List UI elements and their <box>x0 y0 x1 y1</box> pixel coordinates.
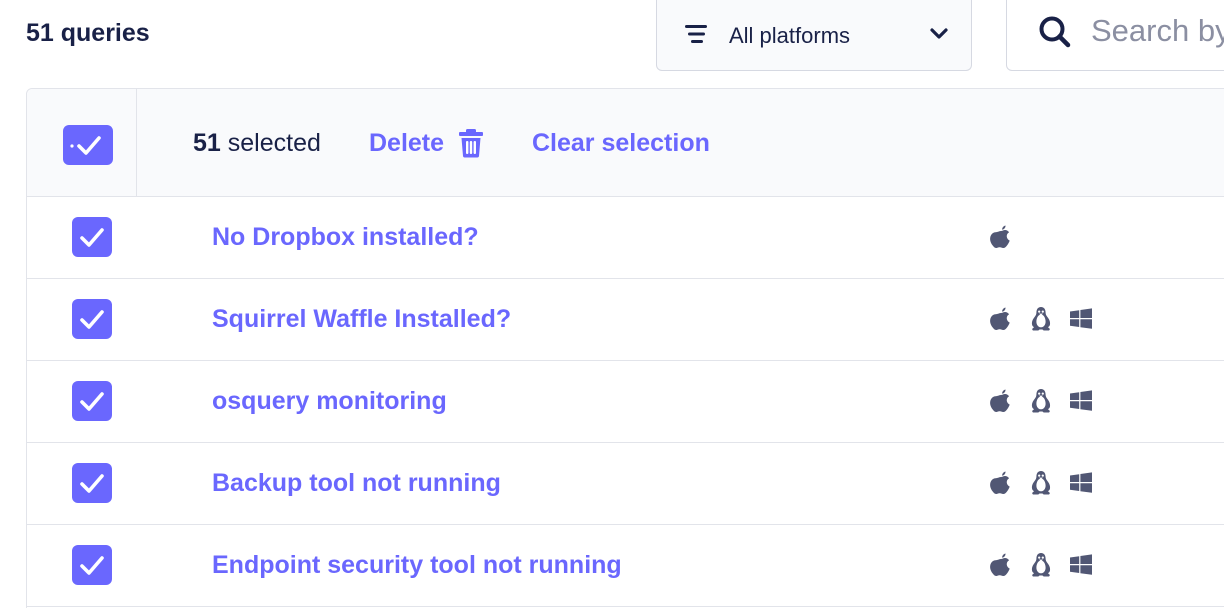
search-input[interactable] <box>1091 10 1224 52</box>
row-checkbox[interactable] <box>72 545 112 585</box>
filter-lines-icon <box>685 25 707 43</box>
checkmark-icon <box>80 474 104 493</box>
table-row: osquery monitoring <box>27 361 1224 443</box>
checkmark-icon <box>80 556 104 575</box>
platform-filter-dropdown[interactable]: All platforms <box>656 0 972 71</box>
windows-icon <box>1070 554 1092 575</box>
selected-count-number: 51 <box>193 129 221 157</box>
delete-button[interactable]: Delete <box>369 125 484 161</box>
platform-icons <box>989 305 1109 333</box>
platform-icons <box>989 469 1109 497</box>
row-checkbox[interactable] <box>72 463 112 503</box>
windows-icon <box>1070 390 1092 411</box>
query-name-link[interactable]: Squirrel Waffle Installed? <box>212 303 511 335</box>
linux-icon <box>1031 553 1051 577</box>
queries-table: 51 selected Delete Clear selection No Dr… <box>26 88 1224 608</box>
row-checkbox[interactable] <box>72 381 112 421</box>
query-name-link[interactable]: Endpoint security tool not running <box>212 549 622 581</box>
apple-icon <box>990 553 1010 576</box>
row-checkbox[interactable] <box>72 217 112 257</box>
table-row: Backup tool not running <box>27 443 1224 525</box>
platform-icons <box>989 551 1109 579</box>
search-box[interactable] <box>1006 0 1224 71</box>
query-name-link[interactable]: osquery monitoring <box>212 385 447 417</box>
checkmark-icon <box>80 228 104 247</box>
clear-selection-button[interactable]: Clear selection <box>532 127 710 159</box>
checkmark-icon <box>80 392 104 411</box>
query-name-link[interactable]: No Dropbox installed? <box>212 221 479 253</box>
selected-count: 51 selected <box>193 127 321 159</box>
select-all-checkbox[interactable] <box>63 125 113 165</box>
linux-icon <box>1031 471 1051 495</box>
query-name-link[interactable]: Backup tool not running <box>212 467 501 499</box>
query-count: 51 queries <box>26 19 150 47</box>
chevron-down-icon <box>930 28 948 39</box>
apple-icon <box>990 471 1010 494</box>
table-header-row: 51 selected Delete Clear selection <box>27 89 1224 197</box>
table-row: Squirrel Waffle Installed? <box>27 279 1224 361</box>
queries-page: 51 queries All platforms Search by name … <box>0 0 1224 608</box>
select-all-cell <box>27 89 137 196</box>
checkmark-icon <box>70 136 101 155</box>
platform-icons <box>989 223 1029 251</box>
windows-icon <box>1070 308 1092 329</box>
platform-icons <box>989 387 1109 415</box>
apple-icon <box>990 307 1010 330</box>
windows-icon <box>1070 472 1092 493</box>
search-icon <box>1039 16 1071 48</box>
delete-button-label: Delete <box>369 128 445 157</box>
row-checkbox[interactable] <box>72 299 112 339</box>
linux-icon <box>1031 307 1051 331</box>
selected-count-text: selected <box>220 129 321 157</box>
table-row: Endpoint security tool not running <box>27 525 1224 607</box>
platform-filter-value: All platforms <box>729 23 851 48</box>
trash-icon <box>459 129 484 158</box>
table-row: No Dropbox installed? <box>27 197 1224 279</box>
checkmark-icon <box>80 310 104 329</box>
apple-icon <box>990 389 1010 412</box>
apple-icon <box>990 225 1010 248</box>
linux-icon <box>1031 389 1051 413</box>
